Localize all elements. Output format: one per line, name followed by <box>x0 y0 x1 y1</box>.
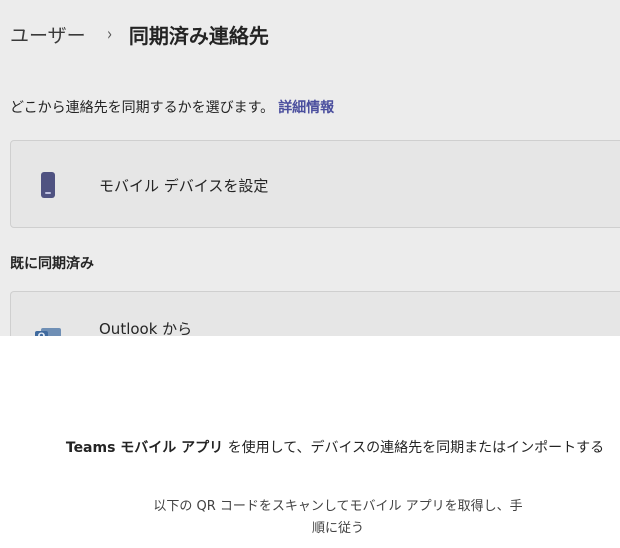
sync-contacts-page: ユーザー › 同期済み連絡先 どこから連絡先を同期するかを選びます。 詳細情報 モ… <box>0 0 620 548</box>
setup-mobile-device-card[interactable]: モバイル デバイスを設定 <box>10 140 620 228</box>
chevron-right-icon: › <box>106 23 112 45</box>
breadcrumb: ユーザー › 同期済み連絡先 <box>10 16 269 52</box>
instructions-line-2: 順に従う <box>311 521 364 536</box>
sync-description: どこから連絡先を同期するかを選びます。 詳細情報 <box>10 97 334 117</box>
setup-panel-title-rest: を使用して、デバイスの連絡先を同期またはインポートする <box>223 440 605 456</box>
mobile-app-setup-panel: Teams モバイル アプリ を使用して、デバイスの連絡先を同期またはインポート… <box>0 336 620 548</box>
description-text: どこから連絡先を同期するかを選びます。 <box>10 100 275 116</box>
setup-mobile-device-label: モバイル デバイスを設定 <box>99 177 269 195</box>
learn-more-link[interactable]: 詳細情報 <box>278 100 334 116</box>
breadcrumb-users-link[interactable]: ユーザー <box>10 21 86 48</box>
setup-panel-title: Teams モバイル アプリ を使用して、デバイスの連絡先を同期またはインポート… <box>0 437 620 457</box>
already-synced-heading: 既に同期済み <box>10 256 94 272</box>
setup-panel-instructions: 以下の QR コードをスキャンしてモバイル アプリを取得し、手 順に従う <box>128 496 548 540</box>
instructions-line-1: 以下の QR コードをスキャンしてモバイル アプリを取得し、手 <box>153 499 523 514</box>
page-title: 同期済み連絡先 <box>128 23 269 48</box>
teams-mobile-app-name: Teams モバイル アプリ <box>65 440 224 456</box>
mobile-phone-icon <box>41 172 55 198</box>
